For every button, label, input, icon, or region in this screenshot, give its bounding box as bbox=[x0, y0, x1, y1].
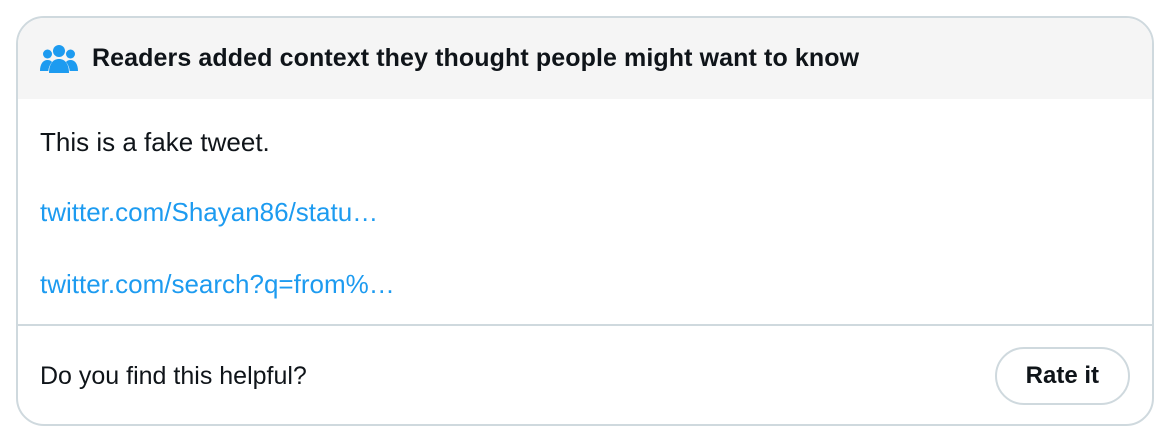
source-link-2[interactable]: twitter.com/search?q=from%… bbox=[40, 267, 1130, 301]
note-body: This is a fake tweet. twitter.com/Shayan… bbox=[18, 99, 1152, 324]
note-header-title: Readers added context they thought peopl… bbox=[92, 44, 860, 72]
note-text: This is a fake tweet. bbox=[40, 127, 270, 157]
people-icon bbox=[40, 44, 78, 74]
source-link-1[interactable]: twitter.com/Shayan86/statu… bbox=[40, 195, 1130, 229]
helpful-question: Do you find this helpful? bbox=[40, 361, 307, 390]
note-header: Readers added context they thought peopl… bbox=[18, 18, 1152, 99]
community-note-card: Readers added context they thought peopl… bbox=[16, 16, 1154, 426]
rate-it-button[interactable]: Rate it bbox=[994, 347, 1130, 405]
note-footer: Do you find this helpful? Rate it bbox=[18, 326, 1152, 424]
